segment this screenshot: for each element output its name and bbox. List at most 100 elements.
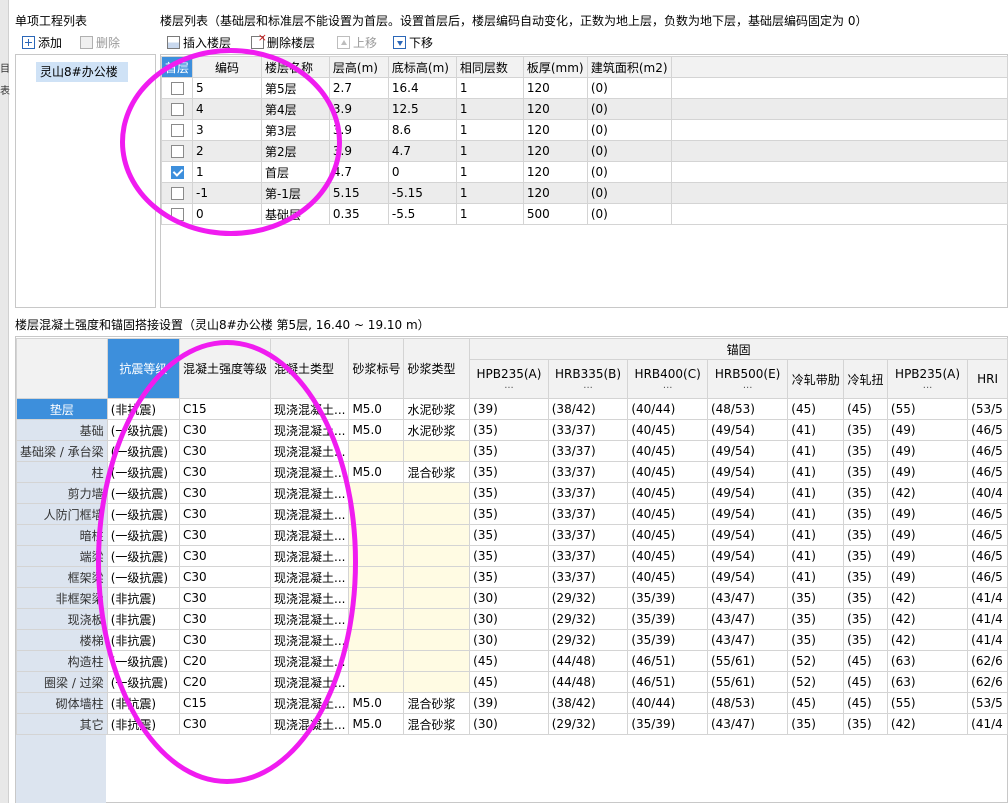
floor-bottom-elevation[interactable]: -5.5 [387, 203, 457, 225]
floor-code[interactable]: 1 [192, 161, 262, 183]
anchorage-cell[interactable]: (33/37) [547, 440, 629, 462]
anchorage-cell[interactable]: (45) [787, 692, 845, 714]
concrete-strength-cell[interactable]: C15 [178, 692, 272, 714]
anchorage-cell[interactable]: (33/37) [547, 419, 629, 441]
anchorage-cell[interactable]: (41/4 [967, 587, 1008, 609]
concrete-type-cell[interactable]: 现浇混凝土... [269, 587, 350, 609]
project-list[interactable] [15, 54, 156, 308]
floor-row[interactable]: 0 基础层 0.35 -5.5 1 500 (0) [160, 203, 1008, 225]
anchorage-cell[interactable]: (41) [787, 566, 845, 588]
anchorage-cell[interactable]: (41) [787, 482, 845, 504]
component-row-header[interactable]: 其它 [16, 713, 108, 735]
concrete-strength-cell[interactable]: C20 [178, 650, 272, 672]
component-row-header[interactable]: 人防门框墙 [16, 503, 108, 525]
floor-bottom-elevation[interactable]: 4.7 [387, 140, 457, 162]
concrete-row[interactable]: 人防门框墙 (一级抗震) C30 现浇混凝土... (35) (33/37) (40/45)… [16, 503, 1008, 525]
header-bottom-elevation[interactable]: 底标高(m) [387, 56, 457, 78]
floor-same-count[interactable]: 1 [455, 140, 524, 162]
concrete-row[interactable]: 圈梁 / 过梁 (一级抗震) C20 现浇混凝土... (45) (44/48) (46/5… [16, 671, 1008, 693]
mortar-type-cell[interactable] [403, 587, 471, 609]
seismic-grade-cell[interactable]: (非抗震) [106, 608, 180, 630]
concrete-strength-cell[interactable]: C30 [178, 503, 272, 525]
header-concrete-strength[interactable]: 混凝土强度等级 [178, 338, 272, 399]
floor-area[interactable]: (0) [586, 203, 672, 225]
anchorage-cell[interactable]: (33/37) [547, 482, 629, 504]
anchorage-cell[interactable]: (35) [787, 629, 845, 651]
floor-code[interactable]: 5 [192, 77, 262, 99]
seismic-grade-cell[interactable]: (一级抗震) [106, 524, 180, 546]
floor-height[interactable]: 3.9 [328, 140, 389, 162]
anchorage-cell[interactable]: (30) [469, 629, 549, 651]
anchorage-cell[interactable]: (45) [843, 398, 888, 420]
floor-row[interactable]: 2 第2层 3.9 4.7 1 120 (0) [160, 140, 1008, 162]
floor-same-count[interactable]: 1 [455, 77, 524, 99]
concrete-row[interactable]: 柱 (一级抗震) C30 现浇混凝土... M5.0 混合砂浆 (35) (33/37) (40… [16, 461, 1008, 483]
floor-bottom-elevation[interactable]: 0 [387, 161, 457, 183]
concrete-strength-cell[interactable]: C20 [178, 671, 272, 693]
concrete-type-cell[interactable]: 现浇混凝土... [269, 398, 350, 420]
anchorage-cell[interactable]: (40/44) [627, 398, 708, 420]
floor-code[interactable]: 0 [192, 203, 262, 225]
anchorage-cell[interactable]: (40/44) [627, 692, 708, 714]
floor-row[interactable]: 5 第5层 2.7 16.4 1 120 (0) [160, 77, 1008, 99]
seismic-grade-cell[interactable]: (一级抗震) [106, 545, 180, 567]
mortar-type-cell[interactable]: 混合砂浆 [403, 713, 471, 735]
anchorage-cell[interactable]: (39) [469, 398, 549, 420]
concrete-row[interactable]: 端梁 (一级抗震) C30 现浇混凝土... (35) (33/37) (40/45) (49… [16, 545, 1008, 567]
anchorage-cell[interactable]: (49) [886, 545, 969, 567]
concrete-row[interactable]: 暗柱 (一级抗震) C30 现浇混凝土... (35) (33/37) (40/45) (49… [16, 524, 1008, 546]
floor-slab[interactable]: 120 [522, 98, 588, 120]
anchorage-cell[interactable]: (35) [469, 503, 549, 525]
mortar-grade-cell[interactable] [348, 524, 405, 546]
move-up-button[interactable]: 上移 [337, 34, 377, 51]
anchorage-cell[interactable]: (35) [469, 440, 549, 462]
anchorage-cell[interactable]: (46/51) [627, 671, 708, 693]
floor-bottom-elevation[interactable]: 16.4 [387, 77, 457, 99]
anchorage-cell[interactable]: (46/5 [967, 419, 1008, 441]
concrete-type-cell[interactable]: 现浇混凝土... [269, 692, 350, 714]
component-row-header[interactable]: 基础 [16, 419, 108, 441]
anchorage-cell[interactable]: (35) [843, 608, 888, 630]
header-anchor-6[interactable]: 冷轧扭 [843, 359, 888, 399]
floor-row[interactable]: 4 第4层 3.9 12.5 1 120 (0) [160, 98, 1008, 120]
anchorage-cell[interactable]: (46/5 [967, 503, 1008, 525]
floor-area[interactable]: (0) [586, 140, 672, 162]
mortar-type-cell[interactable] [403, 545, 471, 567]
floor-area[interactable]: (0) [586, 182, 672, 204]
anchorage-cell[interactable]: (55) [886, 692, 969, 714]
floor-bottom-elevation[interactable]: -5.15 [387, 182, 457, 204]
floor-area[interactable]: (0) [586, 98, 672, 120]
anchorage-cell[interactable]: (35) [843, 566, 888, 588]
floor-code[interactable]: 2 [192, 140, 262, 162]
header-seismic-grade[interactable]: 抗震等级 [106, 338, 180, 399]
floor-code[interactable]: 4 [192, 98, 262, 120]
concrete-strength-cell[interactable]: C30 [178, 524, 272, 546]
anchorage-cell[interactable]: (35) [787, 713, 845, 735]
anchorage-cell[interactable]: (49/54) [706, 440, 789, 462]
mortar-type-cell[interactable] [403, 650, 471, 672]
concrete-strength-cell[interactable]: C30 [178, 608, 272, 630]
floor-row[interactable]: 1 首层 4.7 0 1 120 (0) [160, 161, 1008, 183]
mortar-type-cell[interactable]: 水泥砂浆 [403, 398, 471, 420]
component-row-header[interactable]: 圈梁 / 过梁 [16, 671, 108, 693]
anchorage-cell[interactable]: (35) [787, 587, 845, 609]
component-row-header[interactable]: 非框架梁 [16, 587, 108, 609]
anchorage-cell[interactable]: (39) [469, 692, 549, 714]
component-row-header[interactable]: 垫层 [16, 398, 108, 420]
anchorage-cell[interactable]: (41) [787, 545, 845, 567]
concrete-type-cell[interactable]: 现浇混凝土... [269, 419, 350, 441]
floor-bottom-elevation[interactable]: 12.5 [387, 98, 457, 120]
anchorage-cell[interactable]: (40/45) [627, 503, 708, 525]
seismic-grade-cell[interactable]: (一级抗震) [106, 461, 180, 483]
header-concrete-type[interactable]: 混凝土类型 [269, 338, 350, 399]
header-anchor-4[interactable]: HRB500(E)... [706, 359, 789, 399]
anchorage-cell[interactable]: (40/4 [967, 482, 1008, 504]
header-mortar-grade[interactable]: 砂浆标号 [348, 338, 405, 399]
component-row-header[interactable]: 端梁 [16, 545, 108, 567]
anchorage-cell[interactable]: (33/37) [547, 461, 629, 483]
floor-name[interactable]: 首层 [260, 161, 330, 183]
anchorage-cell[interactable]: (29/32) [547, 713, 629, 735]
anchorage-cell[interactable]: (35/39) [627, 629, 708, 651]
insert-floor-button[interactable]: 插入楼层 [167, 34, 231, 51]
concrete-row[interactable]: 框架梁 (一级抗震) C30 现浇混凝土... (35) (33/37) (40/45) (4… [16, 566, 1008, 588]
